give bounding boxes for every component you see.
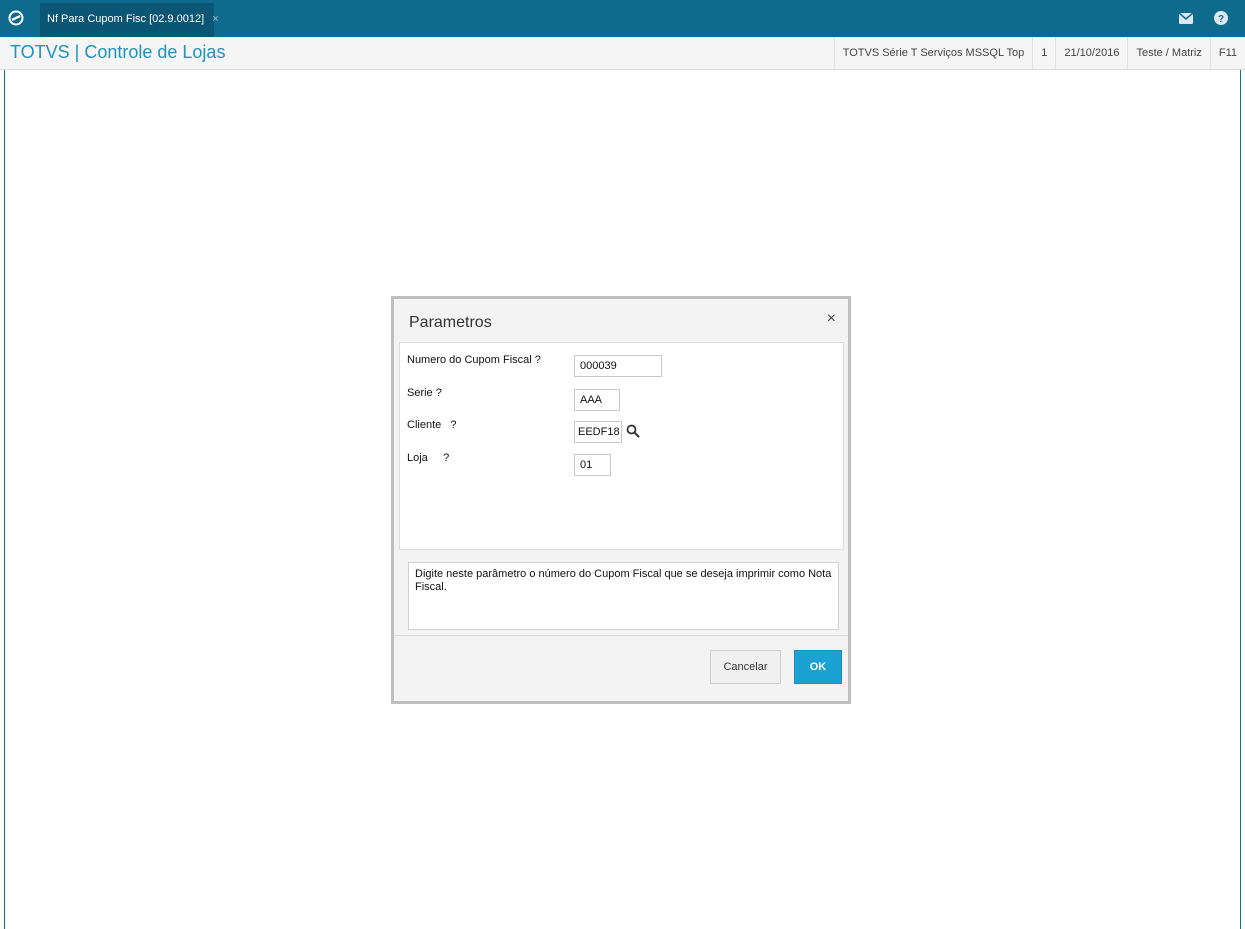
parameters-form: Numero do Cupom Fiscal ? 000039 Serie ? …	[399, 342, 844, 550]
top-tab-bar: Nf Para Cupom Fisc [02.9.0012] × ?	[0, 0, 1245, 37]
app-title: TOTVS | Controle de Lojas	[10, 42, 226, 62]
parameter-help-text: Digite neste parâmetro o número do Cupom…	[408, 562, 839, 630]
system-date: 21/10/2016	[1055, 37, 1127, 69]
footer-divider	[394, 635, 848, 636]
workspace-left-border	[4, 70, 5, 929]
f11-shortcut[interactable]: F11	[1209, 37, 1245, 69]
workspace-right-border	[1240, 70, 1241, 929]
tab-nf-para-cupom[interactable]: Nf Para Cupom Fisc [02.9.0012] ×	[40, 3, 219, 37]
loja-input[interactable]: 01	[574, 454, 611, 476]
cupom-fiscal-label: Numero do Cupom Fiscal ?	[407, 354, 541, 366]
close-icon[interactable]: ×	[827, 310, 836, 328]
dialog-title: Parametros	[409, 314, 492, 331]
cupom-fiscal-input[interactable]: 000039	[574, 355, 662, 377]
loja-label: Loja ?	[407, 452, 450, 464]
parametros-dialog: Parametros × Numero do Cupom Fiscal ? 00…	[391, 296, 851, 704]
branch-label[interactable]: Teste / Matriz	[1127, 37, 1209, 69]
cancel-button[interactable]: Cancelar	[710, 650, 781, 684]
help-icon[interactable]: ?	[1214, 11, 1228, 25]
serie-input[interactable]: AAA	[574, 389, 620, 411]
header-info: TOTVS Série T Serviços MSSQL Top 1 21/10…	[833, 37, 1245, 69]
environment-label: TOTVS Série T Serviços MSSQL Top	[833, 37, 1033, 69]
app-header: TOTVS | Controle de Lojas TOTVS Série T …	[0, 37, 1245, 70]
cliente-label: Cliente ?	[407, 419, 457, 431]
cliente-input[interactable]: EEDF18	[574, 421, 622, 443]
svg-text:?: ?	[1218, 14, 1224, 25]
serie-label: Serie ?	[407, 387, 442, 399]
ok-button[interactable]: OK	[794, 650, 842, 684]
company-number: 1	[1032, 37, 1055, 69]
totvs-logo-icon[interactable]	[8, 10, 24, 26]
search-icon[interactable]	[626, 424, 640, 438]
mail-icon[interactable]	[1179, 13, 1193, 24]
tab-close-icon[interactable]: ×	[212, 13, 218, 25]
tab-label: Nf Para Cupom Fisc [02.9.0012]	[47, 13, 205, 25]
